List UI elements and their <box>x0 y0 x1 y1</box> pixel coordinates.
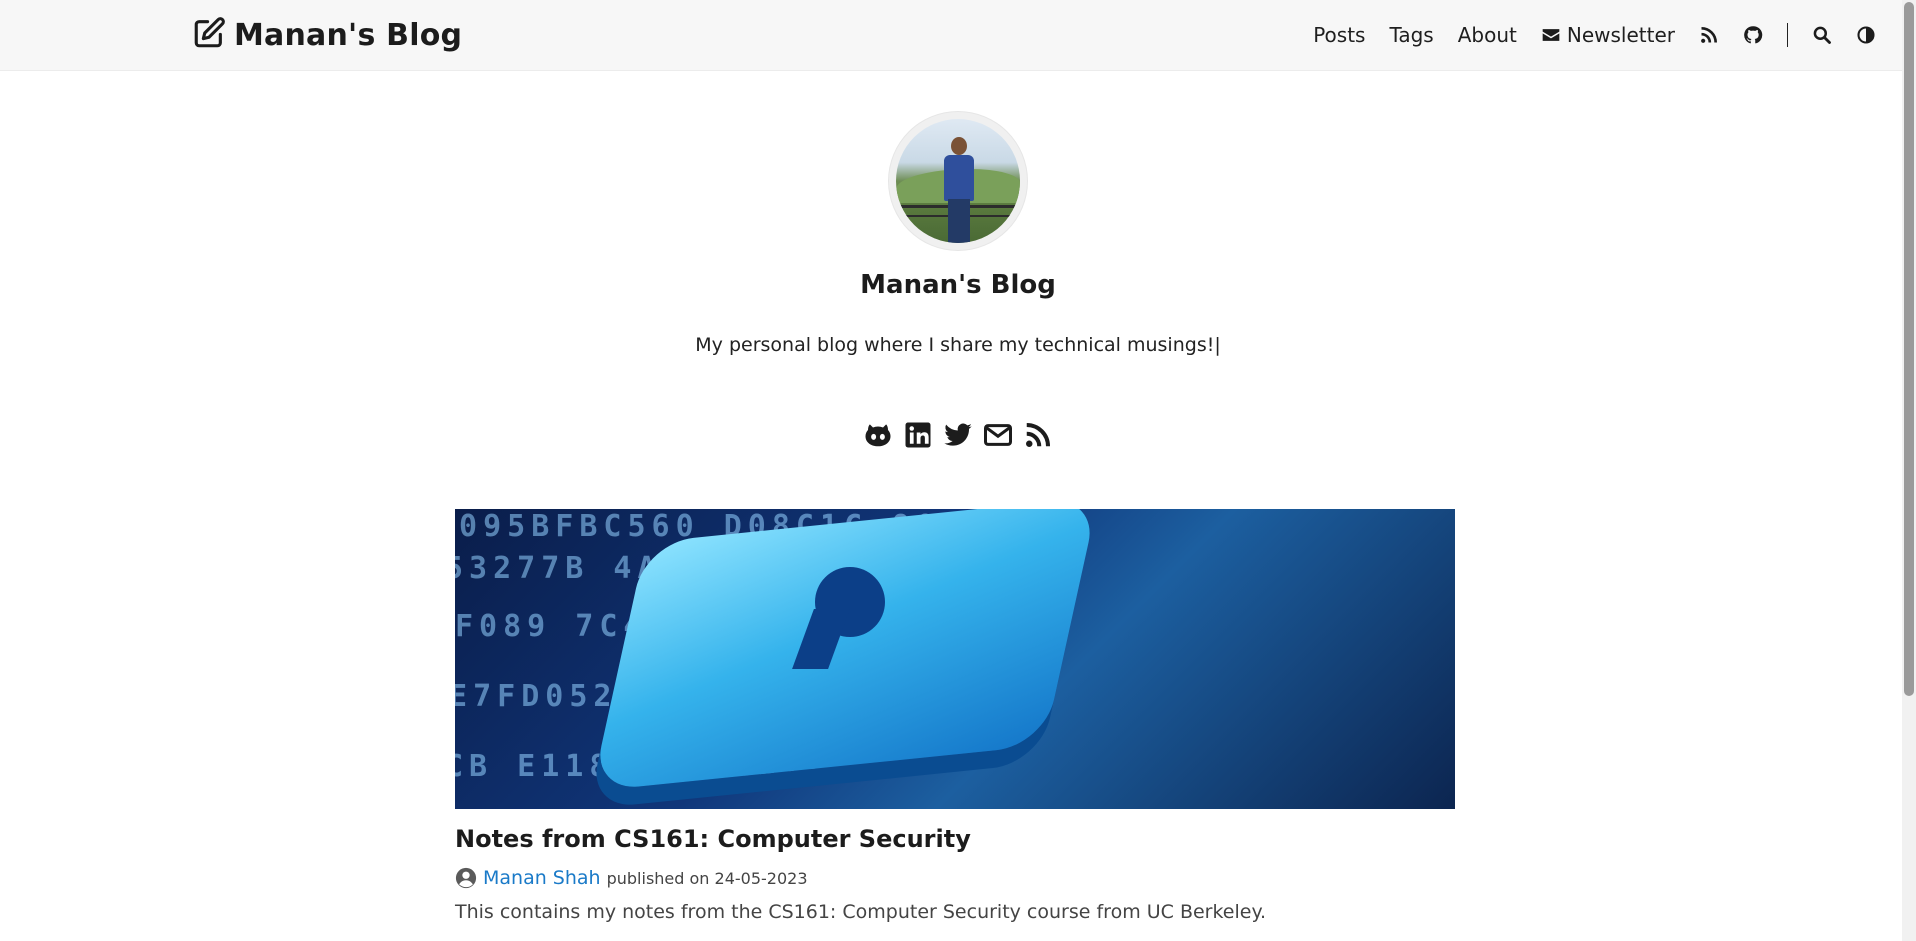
site-title: Manan's Blog <box>860 270 1056 300</box>
theme-toggle-icon[interactable] <box>1856 25 1876 45</box>
user-circle-icon <box>455 867 477 889</box>
email-icon[interactable] <box>983 420 1013 450</box>
brand-title: Manan's Blog <box>234 17 463 53</box>
linkedin-icon[interactable] <box>903 420 933 450</box>
nav-tags[interactable]: Tags <box>1389 23 1433 47</box>
rss-icon[interactable] <box>1699 25 1719 45</box>
post-author-link[interactable]: Manan Shah <box>483 867 601 889</box>
nav-divider <box>1787 23 1788 47</box>
envelope-icon <box>1541 25 1561 45</box>
github-icon[interactable] <box>1743 25 1763 45</box>
brand-link[interactable]: Manan's Blog <box>192 14 462 56</box>
twitter-icon[interactable] <box>943 420 973 450</box>
nav-posts[interactable]: Posts <box>1313 23 1365 47</box>
avatar-photo <box>896 119 1020 243</box>
github-icon[interactable] <box>863 420 893 450</box>
post-summary: This contains my notes from the CS161: C… <box>455 901 1267 923</box>
post-date: published on 24-05-2023 <box>606 868 808 888</box>
edit-icon <box>192 16 226 54</box>
top-navbar: Manan's Blog Posts Tags About Newsletter <box>0 0 1916 71</box>
main-nav: Posts Tags About Newsletter <box>1313 14 1876 56</box>
nav-about[interactable]: About <box>1458 23 1517 47</box>
post-title[interactable]: Notes from CS161: Computer Security <box>455 825 1455 853</box>
profile-section: Manan's Blog My personal blog where I sh… <box>0 112 1916 450</box>
search-icon[interactable] <box>1812 25 1832 45</box>
rss-icon[interactable] <box>1023 420 1053 450</box>
social-links <box>0 420 1916 450</box>
post-meta: Manan Shah published on 24-05-2023 <box>455 867 1455 889</box>
nav-newsletter[interactable]: Newsletter <box>1541 23 1675 47</box>
post-cover-image[interactable]: 3095BFBC560 D08C1C 9053F0 53277B 4A468 1… <box>455 509 1455 809</box>
nav-newsletter-label: Newsletter <box>1566 23 1675 47</box>
avatar <box>889 112 1027 250</box>
site-tagline: My personal blog where I share my techni… <box>695 334 1221 356</box>
post-card[interactable]: 3095BFBC560 D08C1C 9053F0 53277B 4A468 1… <box>455 509 1455 923</box>
lock-graphic <box>591 509 1099 792</box>
